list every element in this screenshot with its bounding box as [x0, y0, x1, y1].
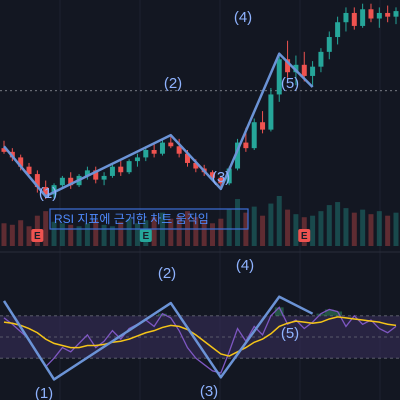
candle-body [318, 51, 324, 67]
candle-body [118, 166, 124, 173]
volume-bar [43, 211, 49, 246]
candle-body [59, 177, 65, 186]
candle [126, 159, 132, 175]
price-wave-label: (5) [281, 75, 299, 92]
volume-bar [210, 223, 216, 246]
volume-bar [276, 196, 282, 246]
volume-bar [393, 212, 399, 246]
volume-bar [310, 215, 316, 246]
candle [251, 118, 257, 150]
volume-bar [318, 211, 324, 246]
volume-bar [101, 224, 107, 246]
volume-bar [335, 202, 341, 246]
candle [268, 87, 274, 132]
volume-bar [251, 206, 257, 246]
volume-bar [84, 223, 90, 246]
volume-bar [368, 214, 374, 246]
rsi-wave-label: (3) [200, 383, 218, 400]
volume-bar [326, 205, 332, 246]
candle-body [393, 11, 399, 17]
rsi-wave-label: (2) [158, 265, 176, 282]
candle-body [243, 142, 249, 149]
volume-bar [235, 199, 241, 246]
candle-body [126, 161, 132, 173]
candle-body [168, 142, 174, 147]
volume-bar [293, 214, 299, 246]
volume-bar [18, 220, 24, 246]
price-wave-label: (1) [39, 185, 57, 202]
event-marker: E [298, 229, 311, 242]
candle-body [268, 94, 274, 130]
event-marker-text: E [301, 231, 308, 242]
volume-bar [360, 209, 366, 246]
candle-body [159, 142, 165, 154]
annotation-text: RSI 지표에 근거한 차트 움직임 [54, 212, 209, 226]
volume-bar [343, 208, 349, 246]
volume-bar [260, 215, 266, 246]
volume-bar [1, 223, 7, 246]
event-marker-text: E [34, 231, 41, 242]
chart: E E E (1) (2) (3) (4) (5) (1) (2) (3) (4) (5) RSI 지… [0, 0, 400, 400]
volume-bar [59, 223, 65, 246]
volume-bar [351, 212, 357, 246]
volume-bar [376, 211, 382, 246]
candle-body [343, 12, 349, 23]
rsi-wave-label: (1) [35, 385, 53, 400]
event-marker: E [31, 229, 44, 242]
rsi-wave-label: (4) [236, 257, 254, 274]
candle [109, 164, 115, 178]
candle-body [101, 175, 107, 180]
candle-body [301, 64, 307, 76]
price-wave-label: (2) [164, 75, 182, 92]
candle-body [134, 157, 140, 162]
candle-body [335, 22, 341, 38]
candle-body [251, 122, 257, 149]
volume-bar [9, 224, 15, 246]
candle-body [143, 150, 149, 158]
volume-bar [285, 209, 291, 246]
price-wave-label: (4) [234, 9, 252, 26]
volume-bar [226, 209, 232, 246]
volume-bar [68, 224, 74, 246]
candle-body [385, 12, 391, 17]
volume-bar [218, 218, 224, 246]
rsi-wave-label: (5) [281, 325, 299, 342]
event-marker-text: E [142, 231, 149, 242]
candle-body [151, 150, 157, 154]
candle-body [260, 122, 266, 130]
volume-bar [134, 223, 140, 246]
candle-body [376, 12, 382, 19]
candle-body [360, 9, 366, 26]
price-wave-label: (3) [212, 169, 230, 186]
event-marker: E [139, 229, 152, 242]
volume-bar [268, 203, 274, 246]
candle-body [351, 12, 357, 26]
volume-bar [385, 215, 391, 246]
candle-body [368, 9, 374, 19]
candle-body [326, 37, 332, 52]
volume-bar [26, 226, 32, 246]
candle-body [109, 166, 115, 176]
candle-body [310, 66, 316, 76]
